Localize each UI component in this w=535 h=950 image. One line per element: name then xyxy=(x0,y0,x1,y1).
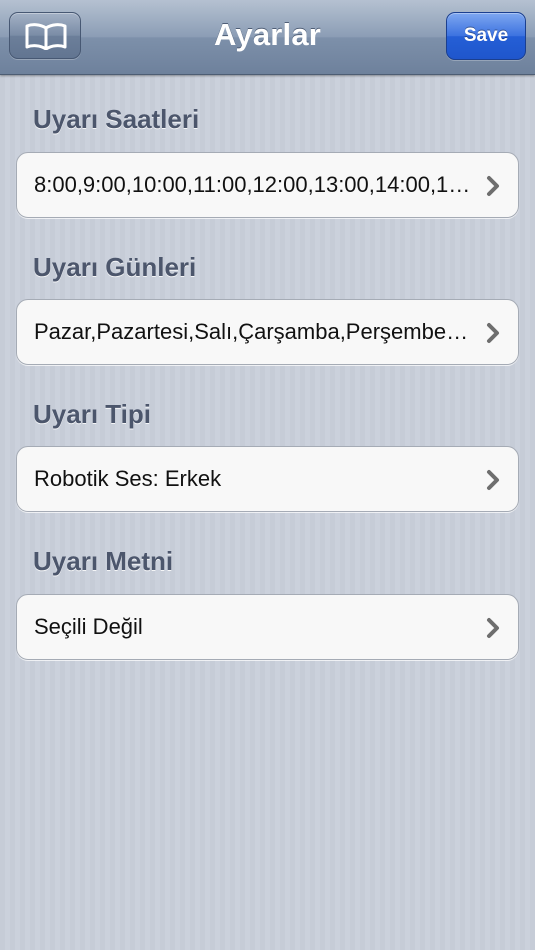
section-header-alert-hours: Uyarı Saatleri xyxy=(33,104,200,134)
chevron-right-icon xyxy=(487,176,499,196)
cell-alert-hours[interactable]: 8:00,9:00,10:00,11:00,12:00,13:00,14:00,… xyxy=(16,152,519,218)
section-header-alert-type: Uyarı Tipi xyxy=(33,399,152,429)
cell-value-alert-hours: 8:00,9:00,10:00,11:00,12:00,13:00,14:00,… xyxy=(34,172,474,197)
cell-alert-days[interactable]: Pazar,Pazartesi,Salı,Çarşamba,Perşembe,C… xyxy=(16,299,519,365)
section-header-alert-text: Uyarı Metni xyxy=(33,546,174,576)
chevron-right-icon xyxy=(487,323,499,343)
cell-value-alert-type: Robotik Ses: Erkek xyxy=(34,466,222,491)
chevron-right-icon xyxy=(487,618,499,638)
cell-value-alert-text: Seçili Değil xyxy=(34,614,143,639)
section-header-alert-days: Uyarı Günleri xyxy=(33,252,197,282)
chevron-right-icon xyxy=(487,470,499,490)
cell-value-alert-days: Pazar,Pazartesi,Salı,Çarşamba,Perşembe,C… xyxy=(34,319,474,344)
cell-alert-text[interactable]: Seçili Değil xyxy=(16,594,519,660)
cell-alert-type[interactable]: Robotik Ses: Erkek xyxy=(16,446,519,512)
navigation-bar: Ayarlar Save xyxy=(0,0,535,75)
save-button[interactable]: Save xyxy=(446,12,526,60)
